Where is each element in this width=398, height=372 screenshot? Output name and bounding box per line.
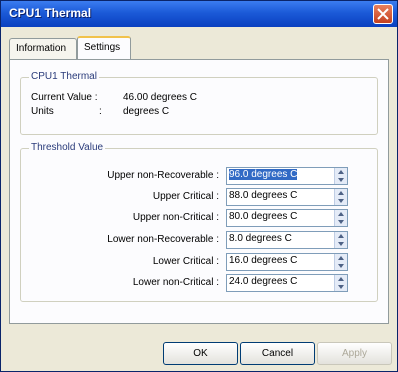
dialog-window: CPU1 Thermal Information Settings CPU1 T… xyxy=(0,0,398,372)
cancel-button[interactable]: Cancel xyxy=(240,342,315,365)
upper-non-recoverable-value[interactable]: 96.0 degrees C xyxy=(229,169,298,180)
caret-down-icon xyxy=(338,242,344,246)
spinner-buttons xyxy=(334,232,347,248)
caret-up-icon xyxy=(338,234,344,238)
caret-up-icon xyxy=(338,212,344,216)
upper-critical-value[interactable]: 88.0 degrees C xyxy=(229,190,297,201)
current-value: 46.00 degrees C xyxy=(123,92,197,103)
caret-up-icon xyxy=(338,277,344,281)
caret-up-icon xyxy=(338,191,344,195)
apply-button[interactable]: Apply xyxy=(317,342,392,365)
spinner-down-button[interactable] xyxy=(335,262,347,270)
threshold-label-lower-non-critical: Lower non-Critical : xyxy=(132,277,219,288)
threshold-label-upper-non-critical: Upper non-Critical : xyxy=(132,212,219,223)
upper-non-recoverable-spinner[interactable]: 96.0 degrees C xyxy=(226,167,348,185)
caret-down-icon xyxy=(338,220,344,224)
spinner-down-button[interactable] xyxy=(335,197,347,205)
units-label: Units xyxy=(31,106,54,117)
window-title: CPU1 Thermal xyxy=(9,6,92,20)
lower-critical-spinner[interactable]: 16.0 degrees C xyxy=(226,253,348,271)
current-value-label: Current Value : xyxy=(31,92,98,103)
lower-non-critical-value[interactable]: 24.0 degrees C xyxy=(229,276,297,287)
tab-information[interactable]: Information xyxy=(9,38,77,59)
spinner-buttons xyxy=(334,254,347,270)
threshold-label-upper-critical: Upper Critical : xyxy=(152,191,219,202)
tab-settings-label: Settings xyxy=(84,42,121,53)
title-bar[interactable]: CPU1 Thermal xyxy=(1,1,397,27)
spinner-down-button[interactable] xyxy=(335,176,347,184)
settings-panel: CPU1 Thermal Current Value : 46.00 degre… xyxy=(9,59,389,324)
close-icon xyxy=(377,8,389,20)
spinner-buttons xyxy=(334,210,347,226)
caret-down-icon xyxy=(338,199,344,203)
upper-non-critical-spinner[interactable]: 80.0 degrees C xyxy=(226,209,348,227)
caret-down-icon xyxy=(338,264,344,268)
threshold-group-legend: Threshold Value xyxy=(29,142,106,153)
threshold-group: Threshold Value Upper non-Recoverable : … xyxy=(20,142,378,302)
spinner-buttons xyxy=(334,168,347,184)
sensor-group: CPU1 Thermal Current Value : 46.00 degre… xyxy=(20,71,378,135)
units-separator: : xyxy=(99,106,102,117)
threshold-label-lower-critical: Lower Critical : xyxy=(152,256,219,267)
lower-critical-value[interactable]: 16.0 degrees C xyxy=(229,255,297,266)
spinner-down-button[interactable] xyxy=(335,240,347,248)
threshold-label-upper-non-recoverable: Upper non-Recoverable : xyxy=(107,170,219,181)
spinner-down-button[interactable] xyxy=(335,218,347,226)
caret-down-icon xyxy=(338,178,344,182)
lower-non-recoverable-spinner[interactable]: 8.0 degrees C xyxy=(226,231,348,249)
lower-non-recoverable-value[interactable]: 8.0 degrees C xyxy=(229,233,292,244)
close-button[interactable] xyxy=(373,4,393,24)
caret-down-icon xyxy=(338,285,344,289)
caret-up-icon xyxy=(338,256,344,260)
caret-up-icon xyxy=(338,170,344,174)
units-value: degrees C xyxy=(123,106,170,117)
spinner-buttons xyxy=(334,275,347,291)
threshold-label-lower-non-recoverable: Lower non-Recoverable : xyxy=(107,234,219,245)
upper-non-critical-value[interactable]: 80.0 degrees C xyxy=(229,211,297,222)
lower-non-critical-spinner[interactable]: 24.0 degrees C xyxy=(226,274,348,292)
ok-button[interactable]: OK xyxy=(163,342,238,365)
tab-settings[interactable]: Settings xyxy=(77,36,131,60)
sensor-group-legend: CPU1 Thermal xyxy=(29,71,99,82)
spinner-buttons xyxy=(334,189,347,205)
tab-information-label: Information xyxy=(16,43,67,54)
upper-critical-spinner[interactable]: 88.0 degrees C xyxy=(226,188,348,206)
spinner-down-button[interactable] xyxy=(335,283,347,291)
